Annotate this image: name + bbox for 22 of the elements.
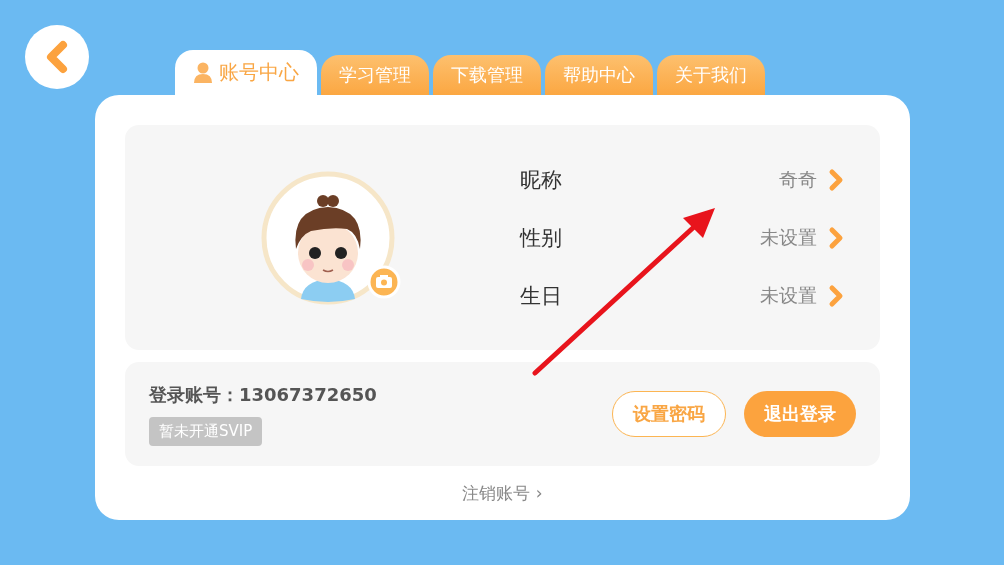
chevron-right-icon[interactable] <box>827 167 845 192</box>
field-label: 昵称 <box>520 166 563 194</box>
account-number: 登录账号：13067372650 <box>149 382 377 407</box>
camera-icon[interactable] <box>367 264 401 299</box>
field-label: 性别 <box>520 224 563 252</box>
field-value[interactable]: 未设置 <box>760 224 817 251</box>
tab[interactable]: 下载管理 <box>433 55 541 95</box>
user-icon <box>193 61 213 84</box>
field-value[interactable]: 奇奇 <box>779 166 817 193</box>
cancel-account-link[interactable]: 注销账号 › <box>462 482 543 505</box>
tab[interactable]: 帮助中心 <box>545 55 653 95</box>
svip-badge: 暂未开通SVIP <box>149 416 263 446</box>
logout-button[interactable]: 退出登录 <box>744 391 856 437</box>
set-password-button[interactable]: 设置密码 <box>612 391 726 437</box>
tab[interactable]: 账号中心 <box>175 50 317 95</box>
field-label: 生日 <box>520 282 563 310</box>
chevron-left-icon <box>45 40 69 74</box>
chevron-right-icon[interactable] <box>827 225 845 250</box>
field-value[interactable]: 未设置 <box>760 282 817 309</box>
tab[interactable]: 关于我们 <box>657 55 765 95</box>
chevron-right-icon[interactable] <box>827 283 845 308</box>
tab[interactable]: 学习管理 <box>321 55 429 95</box>
